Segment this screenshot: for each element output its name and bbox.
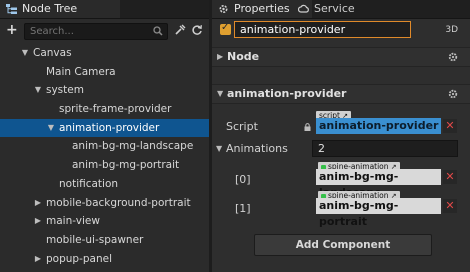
node-name-field[interactable]: animation-provider: [234, 21, 411, 38]
tab-node-tree-label: Node Tree: [22, 2, 78, 15]
chevron-down-icon[interactable]: ▼: [46, 119, 56, 138]
chevron-right-icon[interactable]: ▶: [33, 250, 43, 269]
tree-icon: [6, 4, 17, 14]
script-asset-field[interactable]: animation-provider: [316, 118, 441, 134]
locate-icon[interactable]: [174, 24, 186, 36]
tree-node[interactable]: anim-bg-mg-portrait: [0, 156, 209, 175]
node-tree-toolbar: +: [0, 19, 209, 43]
chevron-down-icon[interactable]: ▼: [33, 81, 43, 100]
animations-count-input[interactable]: 2: [312, 140, 458, 157]
tree-node-label: notification: [59, 177, 119, 190]
add-node-button[interactable]: +: [6, 22, 18, 38]
node-tree-panel: Node Tree + ▼CanvasMain Camera▼systemspr…: [0, 0, 209, 272]
tree-node[interactable]: mobile-ui-spawner: [0, 231, 209, 250]
node-section-title: Node: [227, 50, 260, 63]
tree-node[interactable]: ▶ main-view: [0, 212, 209, 231]
tree-node[interactable]: ▼ system: [0, 81, 209, 100]
animations-label: Animations: [226, 142, 288, 155]
tree-node-label: Canvas: [33, 47, 72, 59]
tab-service-label: Service: [314, 2, 355, 15]
tree-node[interactable]: anim-bg-mg-landscape: [0, 137, 209, 156]
search-icon: [153, 26, 163, 36]
animation-asset-field[interactable]: anim-bg-mg-portrait: [316, 198, 441, 228]
tree-node[interactable]: ▼ animation-provider: [0, 118, 209, 138]
tree-node[interactable]: sprite-frame-provider: [0, 100, 209, 119]
tree-node-label: mobile-ui-spawner: [46, 233, 144, 246]
tree-node-label: anim-bg-mg-landscape: [72, 140, 194, 153]
tree-node[interactable]: ▶ mobile-background-portrait: [0, 194, 209, 213]
component-section-header[interactable]: ▼ animation-provider: [212, 84, 470, 104]
animation-clear-button[interactable]: ✕: [443, 170, 457, 184]
animation-asset-field[interactable]: anim-bg-mg-landscape: [316, 169, 441, 199]
script-label: Script: [226, 120, 258, 133]
tree-node-label: popup-panel: [46, 252, 112, 265]
chevron-right-icon: ▶: [217, 52, 224, 61]
component-settings-gear-icon[interactable]: [448, 89, 458, 99]
tree-node[interactable]: notification: [0, 175, 209, 194]
tree-node[interactable]: Main Camera: [0, 63, 209, 82]
tree-node-label: system: [46, 84, 84, 97]
search-box[interactable]: [24, 23, 168, 40]
chevron-down-icon: ▼: [217, 89, 224, 98]
tree-node-label: animation-provider: [59, 121, 160, 134]
properties-tabbar: Properties Service: [212, 0, 470, 19]
properties-panel: Properties Service animation-provider 3D…: [212, 0, 470, 272]
tab-node-tree[interactable]: Node Tree: [0, 0, 120, 18]
add-component-button[interactable]: Add Component: [254, 234, 432, 256]
chevron-right-icon[interactable]: ▶: [33, 194, 43, 213]
gear-icon: [219, 4, 228, 14]
search-input[interactable]: [30, 25, 140, 38]
tree-node-label: mobile-background-portrait: [46, 196, 191, 209]
tree-node-label: sprite-frame-provider: [59, 103, 172, 116]
animation-index-label: [1]: [235, 202, 251, 215]
node-tree-tabbar: Node Tree: [0, 0, 209, 19]
component-section-title: animation-provider: [227, 87, 347, 100]
3d-mode-toggle[interactable]: 3D: [445, 25, 458, 35]
refresh-icon[interactable]: [191, 24, 203, 36]
tree-node-label: anim-bg-mg-portrait: [72, 159, 180, 172]
chevron-down-icon[interactable]: ▼: [20, 44, 30, 63]
lock-icon: [304, 123, 311, 131]
node-tree-list: ▼ Canvas Main Camera ▼ system sprite-frame-pr…: [0, 44, 209, 268]
node-section-header[interactable]: ▶ Node: [212, 47, 470, 67]
tree-node-label: main-view: [46, 215, 100, 228]
script-clear-button[interactable]: ✕: [443, 119, 457, 133]
tab-service[interactable]: Service: [292, 0, 380, 18]
tree-node-label: Main Camera: [46, 65, 116, 78]
tab-properties-label: Properties: [234, 2, 290, 15]
tree-node[interactable]: ▼ Canvas: [0, 44, 209, 63]
chevron-right-icon[interactable]: ▶: [33, 212, 43, 231]
animation-index-label: [0]: [235, 173, 251, 186]
animation-clear-button[interactable]: ✕: [443, 199, 457, 213]
node-settings-gear-icon[interactable]: [448, 52, 458, 62]
node-active-checkbox[interactable]: [220, 22, 231, 35]
tree-node[interactable]: ▶ popup-panel: [0, 250, 209, 269]
animations-chevron-down-icon[interactable]: ▼: [216, 144, 222, 153]
cloud-icon: [298, 4, 309, 13]
